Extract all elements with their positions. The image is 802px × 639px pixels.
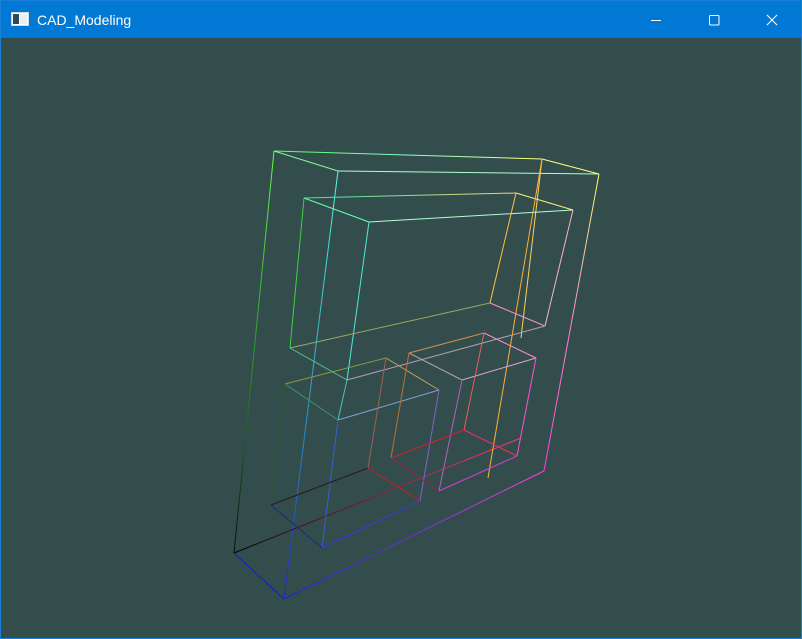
lower-right-box-bottom-back [390, 429, 465, 459]
lower-right-box-bottom-left [390, 457, 440, 492]
lower-right-box-top-right [483, 332, 537, 359]
upper-window-right-back [489, 192, 517, 304]
wireframe-model[interactable] [1, 38, 801, 638]
divider-front [337, 379, 348, 421]
lower-left-box-front-left [321, 419, 339, 549]
upper-window-left [289, 197, 305, 349]
title-bar[interactable]: CAD_Modeling [1, 1, 801, 38]
app-window: CAD_Modeling [0, 0, 802, 639]
outer-edge-top-front [273, 150, 543, 160]
lower-right-box-top-left [408, 352, 463, 381]
right-column-front [487, 158, 543, 479]
outer-edge-left [233, 150, 275, 554]
upper-window-left-front [346, 221, 370, 381]
lower-left-box-bottom-back [270, 467, 369, 506]
lower-right-box-left [390, 352, 410, 459]
lower-left-box-bottom-front [321, 500, 421, 549]
maximize-button[interactable] [685, 1, 743, 38]
window-title: CAD_Modeling [37, 12, 132, 28]
3d-viewport[interactable] [1, 38, 801, 638]
lower-left-box-top-back [284, 357, 387, 385]
lower-right-box-top-front [461, 357, 537, 381]
window-app-icon [11, 12, 29, 26]
maximize-icon [709, 14, 720, 25]
lower-left-box-back-right [367, 357, 387, 469]
lower-left-box-bottom-left [270, 504, 323, 549]
outer-edge-right-back [520, 158, 543, 339]
upper-window-top-front [303, 197, 370, 223]
lower-left-box-top-left [284, 383, 339, 421]
lower-left-box-left [270, 383, 286, 506]
upper-window-top-right [515, 192, 574, 211]
lower-right-box-bottom-front [438, 455, 518, 492]
lower-left-box-top-front [337, 389, 440, 421]
outer-edge-right [543, 173, 600, 472]
upper-window-right [544, 209, 574, 327]
outer-edge-top-back [273, 150, 339, 172]
close-button[interactable] [743, 1, 801, 38]
outer-edge-left-front [283, 170, 339, 600]
minimize-button[interactable] [627, 1, 685, 38]
outer-edge-bottom [283, 470, 545, 600]
outer-edge-top-right [541, 158, 600, 175]
lower-left-box-top-right [385, 357, 440, 391]
upper-window-top [303, 192, 517, 199]
outer-edge-bottom-left [233, 552, 285, 600]
close-icon [766, 14, 778, 25]
upper-window-top-front2 [368, 209, 574, 223]
lower-right-box-top-back [408, 332, 485, 354]
outer-edge-top-back2 [337, 170, 600, 175]
minimize-icon [651, 19, 661, 21]
lower-right-box-right [516, 357, 537, 457]
